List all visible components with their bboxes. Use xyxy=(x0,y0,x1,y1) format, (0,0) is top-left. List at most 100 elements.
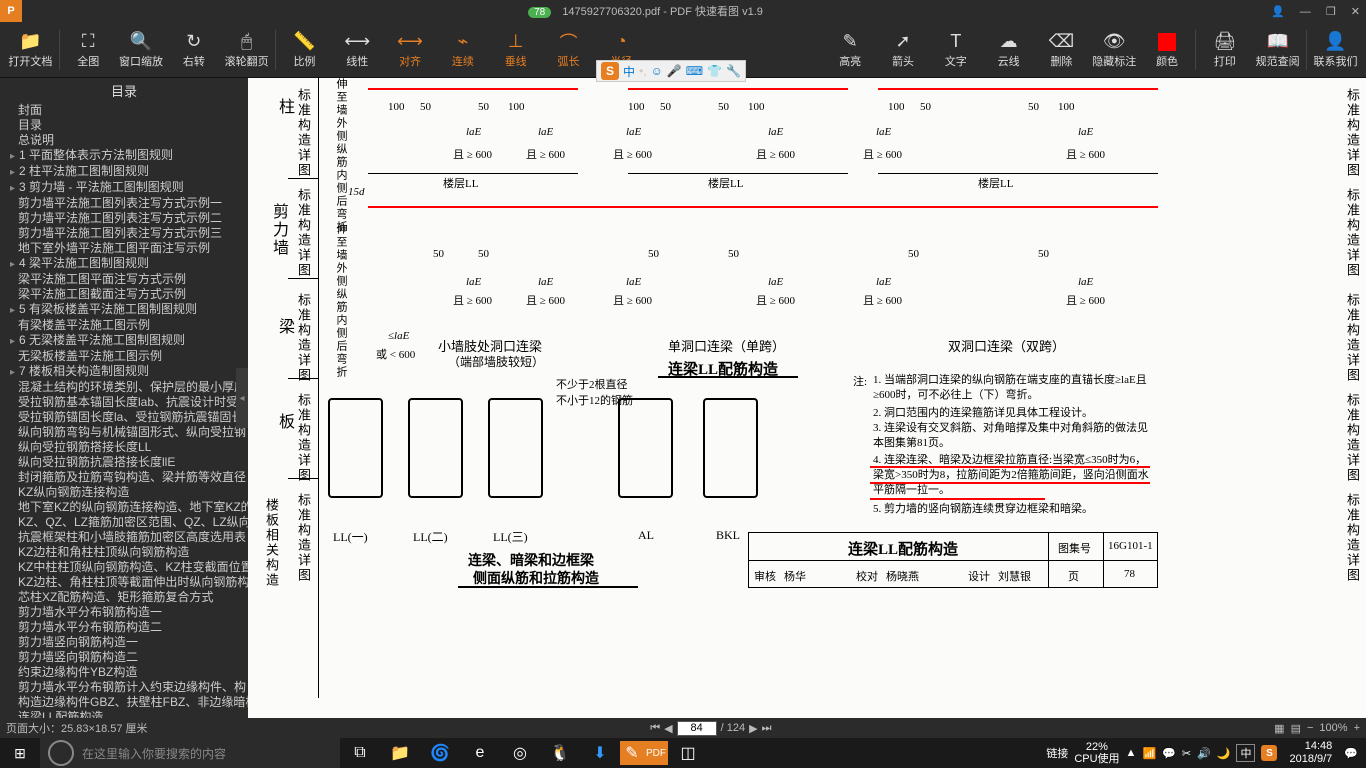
view-mode-2[interactable]: ▤ xyxy=(1291,722,1301,735)
tray-net-icon[interactable]: 📶 xyxy=(1142,747,1156,760)
toc-item[interactable]: KZ、QZ、LZ箍筋加密区范围、QZ、LZ纵向钢 xyxy=(8,515,248,530)
toc-item[interactable]: 混凝土结构的环境类别、保护层的最小厚度 xyxy=(8,380,248,395)
arrow-button[interactable]: ➚箭头 xyxy=(877,23,930,77)
tray-up-icon[interactable]: ▲ xyxy=(1126,747,1137,759)
norm-button[interactable]: 📖规范查阅 xyxy=(1251,23,1304,77)
tray-dnd-icon[interactable]: 🌙 xyxy=(1217,747,1231,760)
toc-item[interactable]: 纵向受拉钢筋搭接长度LL xyxy=(8,440,248,455)
scale-button[interactable]: 📏比例 xyxy=(278,23,331,77)
tray-comment-icon[interactable]: 💬 xyxy=(1162,747,1176,760)
ime-skin-icon[interactable]: 👕 xyxy=(707,64,722,78)
ime-tool-icon[interactable]: 🔧 xyxy=(726,64,741,78)
cortana-icon[interactable] xyxy=(48,740,74,766)
app-note[interactable]: ✎ xyxy=(620,741,644,765)
toc-item[interactable]: 纵向受拉钢筋抗震搭接长度llE xyxy=(8,455,248,470)
toc-item[interactable]: 约束边缘构件YBZ构造 xyxy=(8,665,248,680)
taskbar-search[interactable]: 在这里输入你要搜索的内容 xyxy=(40,738,340,768)
user-icon[interactable]: 👤 xyxy=(1271,6,1285,18)
taskview-icon[interactable]: ⧉ xyxy=(340,738,380,768)
text-button[interactable]: T文字 xyxy=(929,23,982,77)
page-prev[interactable]: ◀ xyxy=(664,722,672,735)
toc-item[interactable]: 地下室KZ的纵向钢筋连接构造、地下室KZ的 xyxy=(8,500,248,515)
rotate-button[interactable]: ↻右转 xyxy=(167,23,220,77)
ime-lang[interactable]: 中 xyxy=(623,63,635,80)
toc-item[interactable]: 剪力墙竖向钢筋构造二 xyxy=(8,650,248,665)
toc-item[interactable]: 无梁板楼盖平法施工图示例 xyxy=(8,349,248,364)
toc-item[interactable]: 受拉钢筋锚固长度la、受拉钢筋抗震锚固长 xyxy=(8,410,248,425)
toc-item[interactable]: 地下室外墙平法施工图平面注写示例 xyxy=(8,241,248,256)
close-button[interactable]: ✕ xyxy=(1351,6,1360,18)
toc-item[interactable]: KZ边柱和角柱柱顶纵向钢筋构造 xyxy=(8,545,248,560)
toc-item[interactable]: KZ边柱、角柱柱顶等截面伸出时纵向钢筋构 xyxy=(8,575,248,590)
toc-item[interactable]: 梁平法施工图截面注写方式示例 xyxy=(8,287,248,302)
contact-button[interactable]: 👤联系我们 xyxy=(1309,23,1362,77)
toc-item[interactable]: 纵向钢筋弯钩与机械锚固形式、纵向受拉钢 xyxy=(8,425,248,440)
sogou-icon[interactable]: S xyxy=(601,62,619,80)
open-button[interactable]: 📁打开文档 xyxy=(4,23,57,77)
toc-item[interactable]: KZ纵向钢筋连接构造 xyxy=(8,485,248,500)
cloud-button[interactable]: ☁云线 xyxy=(982,23,1035,77)
toc-item[interactable]: 构造边缘构件GBZ、扶壁柱FBZ、非边缘暗柱 xyxy=(8,695,248,710)
toc-item[interactable]: 剪力墙平法施工图列表注写方式示例一 xyxy=(8,196,248,211)
pdf-viewer[interactable]: 柱 剪力墙 梁 板 楼板相关构造 标准构造详图 标准构造详图 标准构造详图 标准… xyxy=(248,78,1366,718)
wheelpage-button[interactable]: 🖱滚轮翻页 xyxy=(220,23,273,77)
toc-item[interactable]: 1 平面整体表示方法制图规则 xyxy=(8,148,248,164)
toc-item[interactable]: 抗震框架柱和小墙肢箍筋加密区高度选用表 xyxy=(8,530,248,545)
toc-item[interactable]: 封闭箍筋及拉筋弯钩构造、梁并筋等效直径 xyxy=(8,470,248,485)
ime-emoji-icon[interactable]: ☺ xyxy=(651,64,663,78)
ime-toolbar[interactable]: S 中 •, ☺ 🎤 ⌨ 👕 🔧 xyxy=(596,60,746,82)
fullview-button[interactable]: ⛶全图 xyxy=(62,23,115,77)
toc-item[interactable]: 受拉钢筋基本锚固长度lab、抗震设计时受 xyxy=(8,395,248,410)
page-input[interactable] xyxy=(677,721,717,736)
toc-item[interactable]: 剪力墙水平分布钢筋构造一 xyxy=(8,605,248,620)
toc-item[interactable]: 梁平法施工图平面注写方式示例 xyxy=(8,272,248,287)
toc-item[interactable]: 3 剪力墙 - 平法施工图制图规则 xyxy=(8,180,248,196)
zoom-in[interactable]: + xyxy=(1354,722,1360,734)
delete-button[interactable]: ⌫删除 xyxy=(1035,23,1088,77)
continuous-button[interactable]: ⌁连续 xyxy=(436,23,489,77)
tray-vol-icon[interactable]: 🔊 xyxy=(1197,747,1211,760)
app-qq[interactable]: 🐧 xyxy=(540,738,580,768)
hide-button[interactable]: 👁隐藏标注 xyxy=(1088,23,1141,77)
toc-item[interactable]: 6 无梁楼盖平法施工图制图规则 xyxy=(8,333,248,349)
ime-kbd-icon[interactable]: ⌨ xyxy=(686,64,703,78)
toc-item[interactable]: 剪力墙水平分布钢筋计入约束边缘构件、构 xyxy=(8,680,248,695)
fitwindow-button[interactable]: 🔍窗口缩放 xyxy=(115,23,168,77)
ime-punct-icon[interactable]: •, xyxy=(639,64,647,78)
toc-item[interactable]: 剪力墙平法施工图列表注写方式示例二 xyxy=(8,211,248,226)
ime-mic-icon[interactable]: 🎤 xyxy=(667,64,682,78)
tray-notif-icon[interactable]: 💬 xyxy=(1344,747,1358,760)
start-button[interactable]: ⊞ xyxy=(0,738,40,768)
toc-item[interactable]: 4 梁平法施工图制图规则 xyxy=(8,256,248,272)
tray-sogou[interactable]: S xyxy=(1261,745,1277,761)
align-button[interactable]: ⟷对齐 xyxy=(384,23,437,77)
vertical-button[interactable]: ⊥垂线 xyxy=(489,23,542,77)
toc-item[interactable]: 封面 xyxy=(8,103,248,118)
toc-item[interactable]: 2 柱平法施工图制图规则 xyxy=(8,164,248,180)
app-edge[interactable]: e xyxy=(460,738,500,768)
app-chrome[interactable]: ◎ xyxy=(500,738,540,768)
page-last[interactable]: ⏭ xyxy=(762,722,772,735)
toc-item[interactable]: 总说明 xyxy=(8,133,248,148)
app-win[interactable]: ◫ xyxy=(668,738,708,768)
minimize-button[interactable]: — xyxy=(1300,6,1311,18)
app-recycle[interactable]: ⬇ xyxy=(580,738,620,768)
toc-item[interactable]: 芯柱XZ配筋构造、矩形箍筋复合方式 xyxy=(8,590,248,605)
page-first[interactable]: ⏮ xyxy=(650,722,660,735)
toc-item[interactable]: 剪力墙竖向钢筋构造一 xyxy=(8,635,248,650)
print-button[interactable]: 🖨打印 xyxy=(1198,23,1251,77)
maximize-button[interactable]: ❐ xyxy=(1326,6,1336,18)
toc-item[interactable]: 剪力墙水平分布钢筋构造二 xyxy=(8,620,248,635)
tray-snip-icon[interactable]: ✂ xyxy=(1182,747,1191,760)
page-next[interactable]: ▶ xyxy=(749,722,757,735)
app-mail[interactable]: 🌀 xyxy=(420,738,460,768)
toc-item[interactable]: KZ中柱柱顶纵向钢筋构造、KZ柱变截面位置 xyxy=(8,560,248,575)
view-mode-1[interactable]: ▦ xyxy=(1274,722,1284,735)
highlight-button[interactable]: ✎高亮 xyxy=(824,23,877,77)
linear-button[interactable]: ⟷线性 xyxy=(331,23,384,77)
color-button[interactable]: 颜色 xyxy=(1141,23,1194,77)
toc-item[interactable]: 连梁LL配筋构造 xyxy=(8,710,248,718)
sidebar-collapse[interactable]: ◂ xyxy=(236,368,248,428)
toc-item[interactable]: 7 楼板相关构造制图规则 xyxy=(8,364,248,380)
arc-button[interactable]: ⌒弧长 xyxy=(542,23,595,77)
